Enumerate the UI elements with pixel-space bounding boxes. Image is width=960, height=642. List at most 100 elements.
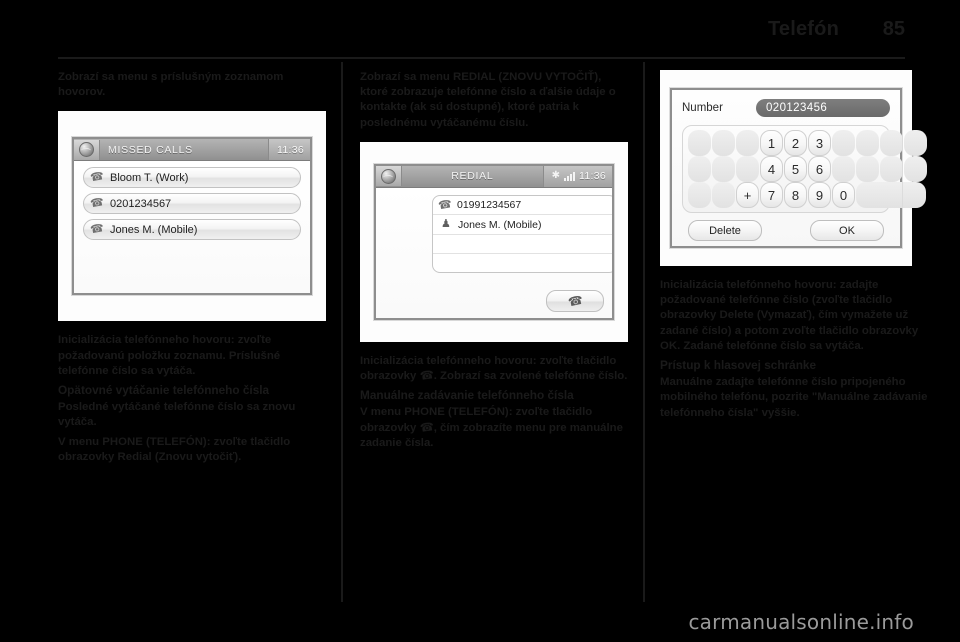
list-item[interactable]: ☎ 0201234567 — [83, 193, 301, 215]
keypad-key-blank — [832, 130, 855, 156]
right-init-heading: Inicializácia telefónneho hovoru: — [660, 279, 837, 291]
keypad-key-blank — [856, 156, 879, 182]
keypad-key-1[interactable]: 1 — [760, 130, 783, 156]
page-number: 85 — [882, 18, 905, 40]
keypad-row: 4 5 6 — [688, 156, 927, 182]
column-divider-right — [643, 62, 645, 602]
redial-body: ☎ 01991234567 ♟ Jones M. (Mobile) ☎ — [376, 187, 612, 318]
middle-manual-paragraph: V menu PHONE (TELEFÓN): zvoľte tlačidlo … — [360, 405, 628, 451]
middle-init-body-b: . Zobrazí sa zvolené telefónne číslo. — [433, 370, 628, 383]
redial-contact-label: Jones M. (Mobile) — [458, 218, 542, 231]
headset-icon: ♟ — [441, 218, 451, 231]
clock-label: 11:36 — [579, 170, 606, 183]
left-init-paragraph: Inicializácia telefónneho hovoru: zvoľte… — [58, 333, 326, 379]
left-intro-paragraph: Zobrazí sa menu s príslušným zoznamom ho… — [58, 71, 284, 99]
keypad-key-plus[interactable]: + — [736, 182, 759, 208]
keypad-key-4[interactable]: 4 — [760, 156, 783, 182]
page-header: Telefón 85 — [58, 18, 905, 58]
missed-calls-list: ☎ Bloom T. (Work) ☎ 0201234567 ☎ Jones M… — [74, 161, 310, 294]
left-heading-redial: Opätovné vytáčanie telefónneho čísla — [58, 383, 270, 398]
handset-icon: ☎ — [437, 197, 453, 212]
handset-icon: ☎ — [89, 196, 105, 211]
globe-icon — [381, 168, 396, 184]
handset-icon: ☎ — [89, 170, 105, 185]
keypad-key-0[interactable]: 0 — [832, 182, 855, 208]
right-voicemail-paragraph: Manuálne zadajte telefónne číslo pripoje… — [660, 376, 928, 419]
delete-button[interactable]: Delete — [688, 220, 762, 241]
list-item[interactable]: ☎ Bloom T. (Work) — [83, 167, 301, 189]
keypad-row: 1 2 3 — [688, 130, 927, 156]
keypad-key-blank — [712, 156, 735, 182]
call-button[interactable]: ☎ — [546, 289, 604, 312]
keypad-key-5[interactable]: 5 — [784, 156, 807, 182]
keypad-key-blank — [832, 156, 855, 182]
middle-intro-paragraph: Zobrazí sa menu REDIAL (ZNOVU VYTOČIŤ), … — [360, 71, 616, 129]
clock-label: 11:36 — [277, 143, 304, 156]
keypad-key-9[interactable]: 9 — [808, 182, 831, 208]
bluetooth-icon: ✱ — [551, 170, 560, 182]
column-divider-left — [341, 62, 343, 602]
keypad-row: + 7 8 9 0 — [688, 182, 926, 208]
keypad-key-2[interactable]: 2 — [784, 130, 807, 156]
keypad-actions: Delete OK — [682, 220, 890, 241]
handset-icon: ☎ — [89, 222, 105, 237]
keypad-key-blank — [688, 156, 711, 182]
keypad-key-3[interactable]: 3 — [808, 130, 831, 156]
missed-calls-title: MISSED CALLS — [108, 143, 193, 156]
keypad-key-8[interactable]: 8 — [784, 182, 807, 208]
middle-heading-manual: Manuálne zadávanie telefónneho čísla — [360, 388, 574, 403]
number-value: 020123456 — [766, 102, 828, 114]
keypad-key-blank — [736, 156, 759, 182]
keypad-key-blank — [856, 130, 879, 156]
redial-number-label: 01991234567 — [457, 199, 522, 212]
middle-init-paragraph: Inicializácia telefónneho hovoru: zvoľte… — [360, 354, 628, 384]
missed-calls-titlebar: MISSED CALLS 11:36 — [74, 139, 310, 162]
handset-icon: ☎ — [418, 420, 435, 435]
right-heading-voicemail: Prístup k hlasovej schránke — [660, 358, 817, 373]
redial-titlebar: REDIAL ✱ 11:36 — [376, 165, 612, 188]
keypad-screen: Number 020123456 1 2 3 4 5 6 + 7 8 9 0 D… — [669, 87, 927, 249]
list-item-label: Jones M. (Mobile) — [110, 223, 198, 236]
list-item-label: Bloom T. (Work) — [110, 171, 189, 184]
keypad-key-blank — [880, 130, 903, 156]
redial-screen: REDIAL ✱ 11:36 ☎ 01991234567 ♟ Jones M. … — [373, 162, 615, 321]
redial-row-empty — [433, 235, 612, 255]
watermark: carmanualsonline.info — [688, 610, 914, 634]
redial-row-empty — [433, 254, 612, 272]
keypad-key-space[interactable] — [856, 182, 926, 208]
figure-missed-calls: MISSED CALLS 11:36 ☎ Bloom T. (Work) ☎ 0… — [58, 111, 326, 322]
left-redial-paragraph: Posledné vytáčané telefónne číslo sa zno… — [58, 401, 296, 429]
keypad-key-blank — [688, 130, 711, 156]
redial-row-number[interactable]: ☎ 01991234567 — [433, 196, 612, 216]
system-badge — [376, 166, 402, 187]
list-item-label: 0201234567 — [110, 197, 172, 210]
number-label: Number — [682, 102, 723, 114]
redial-contact-card: ☎ 01991234567 ♟ Jones M. (Mobile) — [432, 194, 612, 273]
keypad-key-blank — [712, 182, 735, 208]
keypad-key-blank — [712, 130, 735, 156]
keypad-key-6[interactable]: 6 — [808, 156, 831, 182]
ok-button[interactable]: OK — [810, 220, 884, 241]
right-init-paragraph: Inicializácia telefónneho hovoru: zadajt… — [660, 278, 928, 354]
keypad-number-row: Number 020123456 — [682, 99, 890, 117]
page-title: Telefón — [767, 18, 839, 40]
number-input[interactable]: 020123456 — [756, 99, 890, 117]
signal-bars-icon — [564, 171, 575, 181]
system-badge — [74, 139, 100, 160]
call-handset-icon: ☎ — [566, 292, 584, 310]
left-menu-phone-paragraph: V menu PHONE (TELEFÓN): zvoľte tlačidlo … — [58, 435, 291, 463]
list-item[interactable]: ☎ Jones M. (Mobile) — [83, 219, 301, 241]
globe-icon — [79, 142, 94, 158]
left-init-heading: Inicializácia telefónneho hovoru: — [58, 334, 235, 347]
column-middle: Zobrazí sa menu REDIAL (ZNOVU VYTOČIŤ), … — [360, 70, 628, 462]
keypad-key-blank — [904, 156, 927, 182]
middle-init-heading: Inicializácia telefónneho hovoru: — [360, 354, 537, 367]
keypad-key-blank — [880, 156, 903, 182]
figure-redial: REDIAL ✱ 11:36 ☎ 01991234567 ♟ Jones M. … — [360, 141, 628, 342]
handset-icon: ☎ — [418, 369, 435, 383]
keypad-key-7[interactable]: 7 — [760, 182, 783, 208]
keypad-key-blank — [904, 130, 927, 156]
redial-row-contact[interactable]: ♟ Jones M. (Mobile) — [433, 215, 612, 235]
keypad-key-blank — [736, 130, 759, 156]
keypad-grid: 1 2 3 4 5 6 + 7 8 9 0 — [682, 125, 927, 213]
